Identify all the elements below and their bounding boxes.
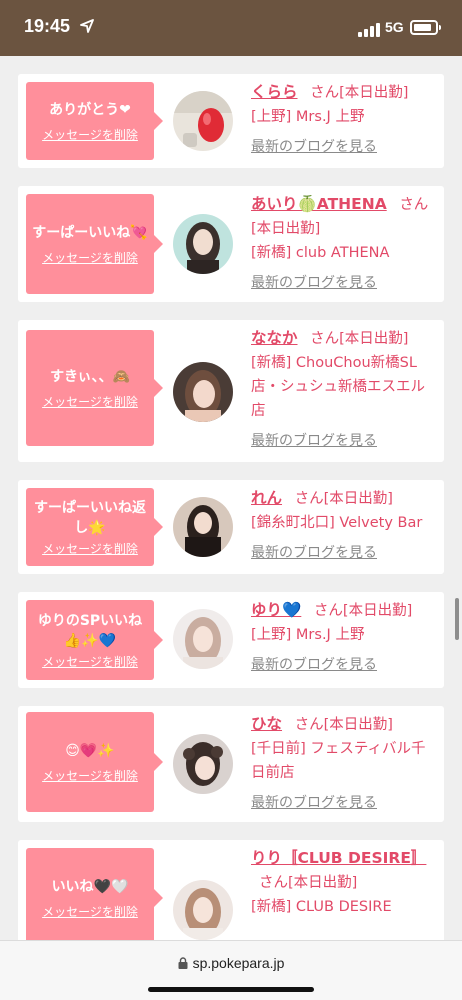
- signal-icon: [358, 22, 380, 37]
- browser-address-bar[interactable]: sp.pokepara.jp: [0, 940, 462, 1000]
- message-bubble: 😊💗✨ メッセージを削除: [26, 712, 163, 812]
- delete-message-link[interactable]: メッセージを削除: [42, 251, 138, 265]
- cast-name-link[interactable]: くらら: [251, 83, 298, 101]
- message-card: 😊💗✨ メッセージを削除 ひな さん[本日出勤] [千日前] フェスティバル千日…: [18, 706, 444, 822]
- location-arrow-icon: [80, 18, 94, 37]
- avatar[interactable]: [173, 880, 233, 940]
- message-text: すーぱーいいね💘: [32, 224, 148, 241]
- delete-message-link[interactable]: メッセージを削除: [42, 905, 138, 919]
- shop-name: [新橋] ChouChou新橋SL店・シュシュ新橋エスエル店: [251, 355, 425, 419]
- message-card: ゆりのSPいいね👍✨💙 メッセージを削除 ゆり💙 さん[本日出勤] [上野] M…: [18, 592, 444, 688]
- cast-info: あいり🍈ATHENA さん[本日出勤] [新橋] club ATHENA 最新の…: [251, 192, 439, 293]
- status-bar: 19:45 5G: [0, 0, 462, 56]
- avatar[interactable]: [173, 609, 233, 669]
- lock-icon: [178, 956, 188, 972]
- message-card: すーぱーいいね💘 メッセージを削除 あいり🍈ATHENA さん[本日出勤] [新…: [18, 186, 444, 302]
- avatar[interactable]: [173, 497, 233, 557]
- cast-info: くらら さん[本日出勤] [上野] Mrs.J 上野 最新のブログを見る: [251, 80, 439, 157]
- cast-name-link[interactable]: れん: [251, 489, 282, 507]
- avatar[interactable]: [173, 734, 233, 794]
- avatar[interactable]: [173, 91, 233, 151]
- network-type: 5G: [385, 19, 404, 35]
- message-text: ありがとう❤: [49, 101, 131, 118]
- message-bubble: すきぃ、、🙈 メッセージを削除: [26, 330, 163, 446]
- delete-message-link[interactable]: メッセージを削除: [42, 655, 138, 669]
- latest-blog-link[interactable]: 最新のブログを見る: [251, 431, 439, 451]
- cast-info: ひな さん[本日出勤] [千日前] フェスティバル千日前店 最新のブログを見る: [251, 712, 439, 813]
- scrollbar[interactable]: [455, 598, 459, 640]
- shop-name: [上野] Mrs.J 上野: [251, 109, 365, 125]
- cast-name-link[interactable]: ゆり💙: [251, 601, 301, 619]
- shop-name: [千日前] フェスティバル千日前店: [251, 741, 426, 781]
- battery-icon: [410, 20, 441, 35]
- cast-info: りり〚CLUB DESIRE〛 さん[本日出勤] [新橋] CLUB DESIR…: [251, 846, 439, 919]
- cast-info: ななか さん[本日出勤] [新橋] ChouChou新橋SL店・シュシュ新橋エス…: [251, 326, 439, 451]
- message-bubble: ありがとう❤ メッセージを削除: [26, 82, 163, 160]
- shop-name: [新橋] CLUB DESIRE: [251, 899, 392, 915]
- delete-message-link[interactable]: メッセージを削除: [42, 128, 138, 142]
- cast-name-link[interactable]: ひな: [251, 715, 282, 733]
- message-text: すーぱーいいね返し🌟: [34, 499, 146, 536]
- cast-status: さん[本日出勤]: [313, 603, 413, 619]
- delete-message-link[interactable]: メッセージを削除: [42, 395, 138, 409]
- cast-name-link[interactable]: ななか: [251, 329, 298, 347]
- cast-name-link[interactable]: あいり🍈ATHENA: [251, 195, 387, 213]
- message-text: いいね🖤🤍: [51, 878, 129, 895]
- latest-blog-link[interactable]: 最新のブログを見る: [251, 273, 439, 293]
- shop-name: [新橋] club ATHENA: [251, 245, 390, 261]
- home-indicator: [148, 987, 314, 992]
- message-bubble: いいね🖤🤍 メッセージを削除: [26, 848, 163, 948]
- cast-status: さん[本日出勤]: [294, 491, 393, 507]
- message-card: すきぃ、、🙈 メッセージを削除 ななか さん[本日出勤] [新橋] ChouCh…: [18, 320, 444, 462]
- message-card: すーぱーいいね返し🌟 メッセージを削除 れん さん[本日出勤] [錦糸町北口] …: [18, 480, 444, 574]
- message-card: ありがとう❤ メッセージを削除 くらら さん[本日出勤] [上野] Mrs.J …: [18, 74, 444, 168]
- cast-info: ゆり💙 さん[本日出勤] [上野] Mrs.J 上野 最新のブログを見る: [251, 598, 439, 675]
- cast-status: さん[本日出勤]: [294, 717, 393, 733]
- avatar[interactable]: [173, 214, 233, 274]
- message-bubble: すーぱーいいね💘 メッセージを削除: [26, 194, 163, 294]
- delete-message-link[interactable]: メッセージを削除: [42, 769, 138, 783]
- latest-blog-link[interactable]: 最新のブログを見る: [251, 543, 439, 563]
- latest-blog-link[interactable]: 最新のブログを見る: [251, 655, 439, 675]
- avatar[interactable]: [173, 362, 233, 422]
- message-bubble: すーぱーいいね返し🌟 メッセージを削除: [26, 488, 163, 566]
- message-text: すきぃ、、🙈: [50, 368, 130, 385]
- cast-status: さん[本日出勤]: [259, 875, 358, 891]
- delete-message-link[interactable]: メッセージを削除: [42, 542, 138, 556]
- cast-name-link[interactable]: りり〚CLUB DESIRE〛: [251, 849, 426, 867]
- shop-name: [錦糸町北口] Velvety Bar: [251, 515, 423, 531]
- cast-status: さん[本日出勤]: [310, 331, 409, 347]
- cast-status: さん[本日出勤]: [310, 85, 409, 101]
- shop-name: [上野] Mrs.J 上野: [251, 627, 365, 643]
- url-row[interactable]: sp.pokepara.jp: [0, 955, 462, 972]
- message-text: ゆりのSPいいね👍✨💙: [37, 612, 143, 649]
- cast-info: れん さん[本日出勤] [錦糸町北口] Velvety Bar 最新のブログを見…: [251, 486, 439, 563]
- latest-blog-link[interactable]: 最新のブログを見る: [251, 137, 439, 157]
- status-time: 19:45: [24, 16, 71, 36]
- latest-blog-link[interactable]: 最新のブログを見る: [251, 793, 439, 813]
- url-text: sp.pokepara.jp: [192, 955, 285, 971]
- message-bubble: ゆりのSPいいね👍✨💙 メッセージを削除: [26, 600, 163, 680]
- message-text: 😊💗✨: [65, 742, 115, 759]
